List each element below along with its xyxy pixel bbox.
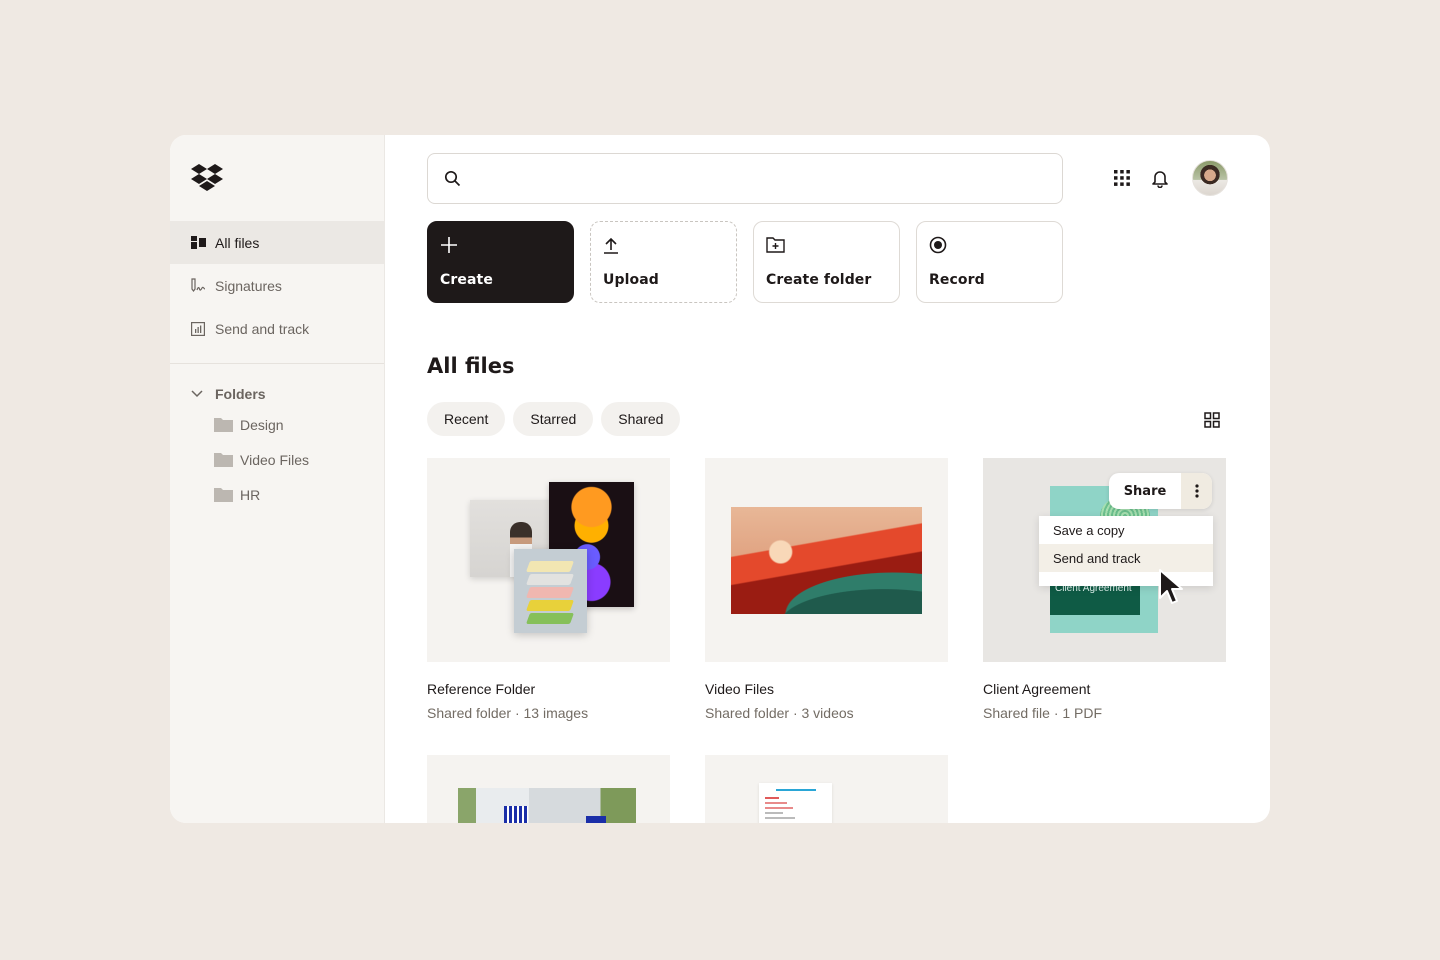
file-card-video-files[interactable]: Video Files Shared folder · 3 videos [705,458,948,721]
search-bar[interactable] [427,153,1063,204]
search-icon [444,170,461,187]
folder-icon [214,453,233,467]
filter-recent[interactable]: Recent [427,402,506,436]
folders-label: Folders [215,386,266,402]
grid-view-icon[interactable] [1204,412,1220,428]
sidebar-folder-video-files[interactable]: Video Files [170,442,384,477]
upload-label: Upload [603,272,659,288]
sidebar: All files Signatures Send and track Fold… [170,135,385,823]
plus-icon [440,235,460,255]
file-title[interactable]: Client Agreement [983,681,1226,697]
context-menu: Save a copy Send and track [1039,516,1213,586]
app-window: All files Signatures Send and track Fold… [170,135,1270,823]
bell-icon[interactable] [1148,166,1172,190]
folder-label: HR [240,486,261,503]
filter-shared[interactable]: Shared [601,402,681,436]
quick-actions: Create Upload Create folder Record [427,221,1079,303]
folder-label: Design [240,416,284,433]
dropbox-logo-icon[interactable] [191,164,223,192]
doc-label: Client Agreement [1050,581,1140,615]
all-files-icon [190,235,206,251]
share-button[interactable]: Share [1109,473,1181,509]
more-vertical-icon [1194,484,1199,498]
create-label: Create [440,272,493,288]
sidebar-item-send-and-track[interactable]: Send and track [170,307,384,350]
sidebar-nav: All files Signatures Send and track [170,221,384,350]
filter-chips: Recent Starred Shared [427,402,688,436]
record-icon [929,235,949,255]
user-avatar[interactable] [1192,160,1228,196]
file-meta: Shared file · 1 PDF [983,705,1103,721]
menu-item-save-a-copy[interactable]: Save a copy [1039,516,1213,544]
record-label: Record [929,272,985,288]
sidebar-item-label: Signatures [215,277,282,294]
sidebar-item-label: All files [215,234,260,251]
file-card-reference-folder[interactable]: Reference Folder Shared folder · 13 imag… [427,458,670,721]
file-card-partial[interactable] [705,755,948,823]
chart-icon [190,321,206,337]
create-button[interactable]: Create [427,221,574,303]
upload-icon [603,235,623,255]
main-content: Create Upload Create folder Record All f… [385,135,1270,823]
chevron-down-icon [191,390,203,398]
menu-item-send-and-track[interactable]: Send and track [1039,544,1213,572]
document-preview [759,783,832,823]
more-options-button[interactable] [1181,473,1212,509]
search-input[interactable] [471,170,1062,187]
file-thumbnail[interactable] [705,458,948,662]
sidebar-item-all-files[interactable]: All files [170,221,384,264]
sidebar-divider [170,363,384,364]
folders-toggle[interactable]: Folders [170,381,384,407]
file-card-client-agreement[interactable]: Client Agreement Share Save a copy Send … [983,458,1226,721]
file-meta: Shared folder · 3 videos [705,705,854,721]
file-thumbnail[interactable]: Client Agreement Share Save a copy Send … [983,458,1226,662]
file-title[interactable]: Video Files [705,681,948,697]
file-meta: Shared folder · 13 images [427,705,589,721]
file-thumbnail[interactable] [705,755,948,823]
file-thumbnail[interactable] [427,458,670,662]
sidebar-item-signatures[interactable]: Signatures [170,264,384,307]
house-photo-image [458,788,636,823]
folder-label: Video Files [240,451,310,468]
app-grid-icon[interactable] [1110,166,1134,190]
record-button[interactable]: Record [916,221,1063,303]
stacked-layers-image [514,549,587,633]
folder-plus-icon [766,235,786,255]
sidebar-folder-hr[interactable]: HR [170,477,384,512]
folder-icon [214,418,233,432]
file-thumbnail[interactable] [427,755,670,823]
page-title: All files [427,354,515,378]
mouse-cursor-icon [1159,569,1183,604]
file-title[interactable]: Reference Folder [427,681,670,697]
folder-icon [214,488,233,502]
abstract-wave-image [731,507,922,614]
folders-section: Folders Design Video Files HR [170,381,384,512]
share-controls: Share [1109,473,1212,509]
create-folder-label: Create folder [766,272,872,288]
upload-button[interactable]: Upload [590,221,737,303]
sidebar-item-label: Send and track [215,320,310,337]
filter-starred[interactable]: Starred [513,402,594,436]
file-card-partial[interactable] [427,755,670,823]
signature-icon [190,278,206,294]
sidebar-folder-design[interactable]: Design [170,407,384,442]
create-folder-button[interactable]: Create folder [753,221,900,303]
top-icons [1110,160,1228,196]
